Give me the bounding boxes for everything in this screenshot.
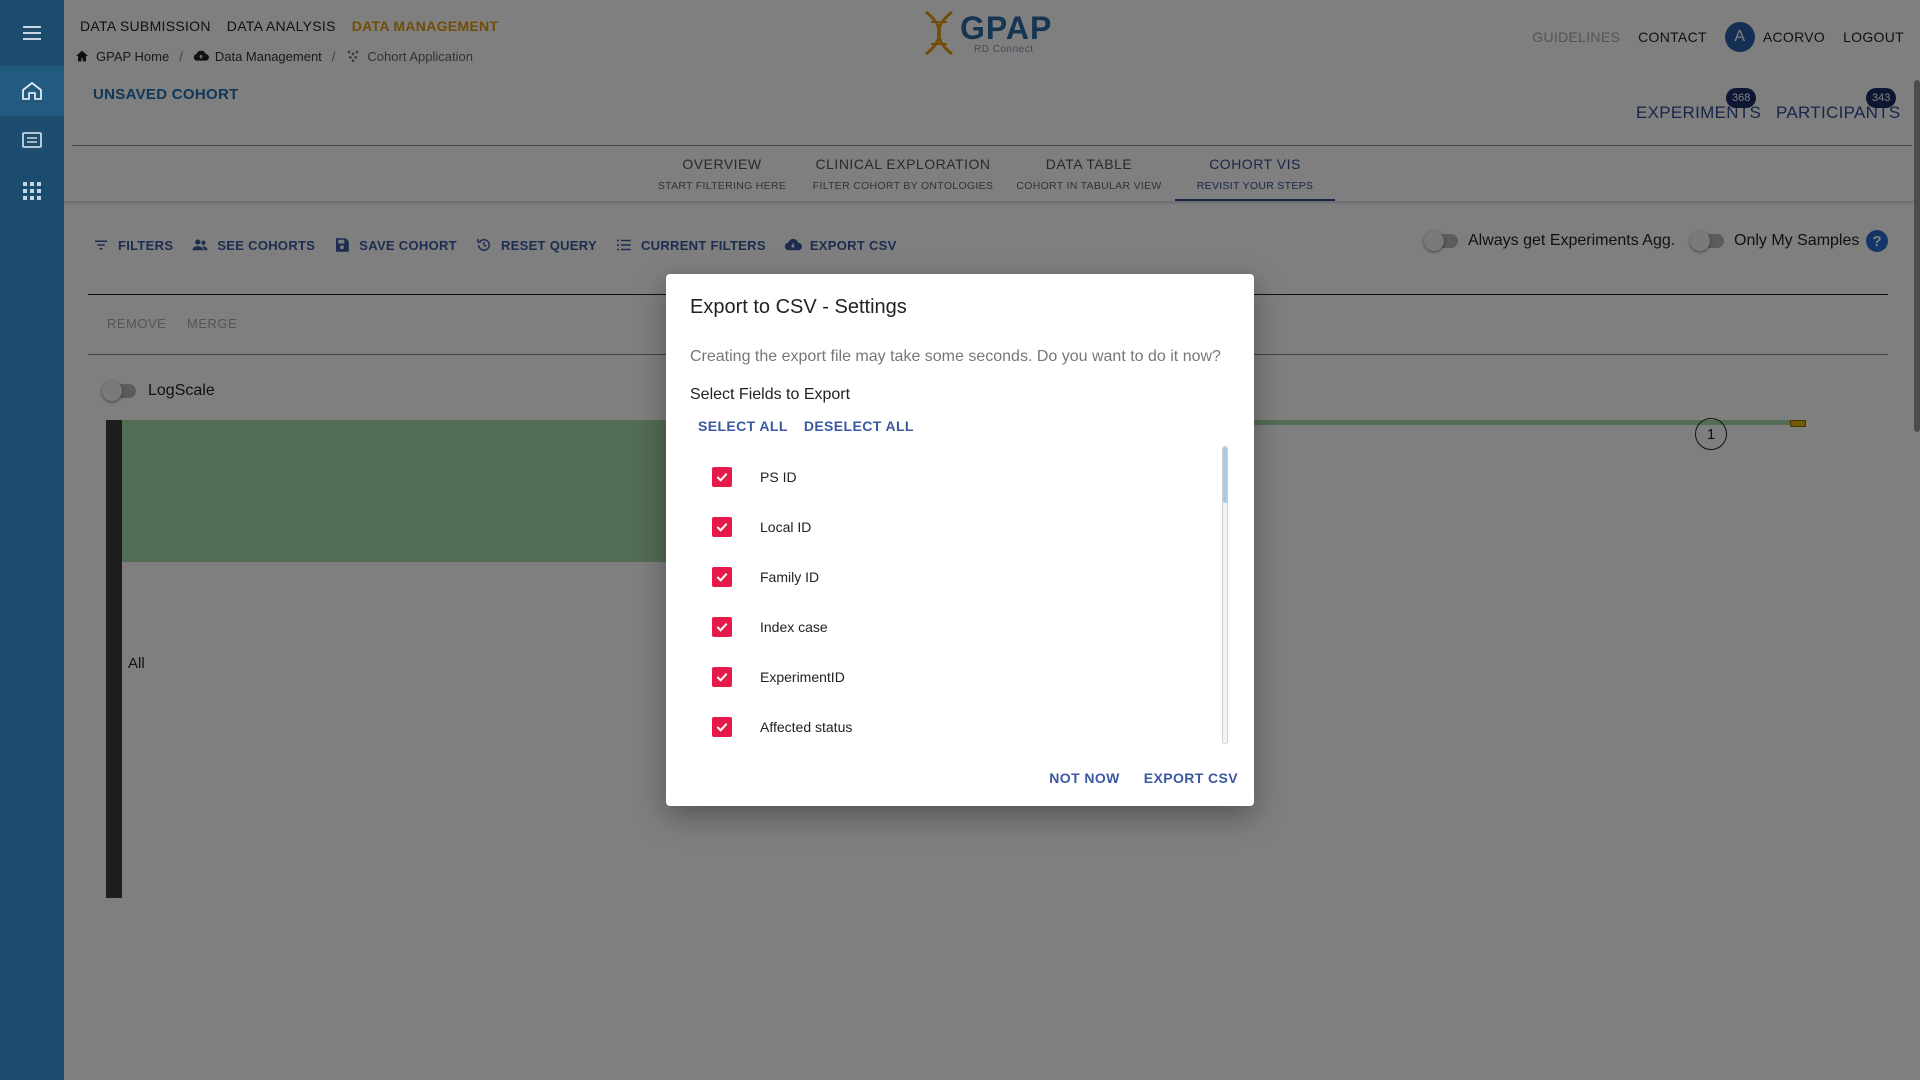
list-item[interactable]: Affected status xyxy=(690,702,1210,746)
list-item[interactable]: Local ID xyxy=(690,502,1210,552)
dialog-description: Creating the export file may take some s… xyxy=(690,348,1221,365)
message-list-icon xyxy=(22,132,42,148)
side-rail xyxy=(0,0,64,1080)
home-button[interactable] xyxy=(0,66,64,116)
list-item[interactable]: PS ID xyxy=(690,452,1210,502)
menu-icon xyxy=(23,26,41,40)
check-icon xyxy=(716,722,728,732)
checkbox-family-id[interactable] xyxy=(712,567,732,587)
field-label: Family ID xyxy=(760,569,820,585)
dialog-title: Export to CSV - Settings xyxy=(690,296,907,318)
check-icon xyxy=(716,572,728,582)
selection-actions: SELECT ALL DESELECT ALL xyxy=(698,418,914,434)
checkbox-experiment-id[interactable] xyxy=(712,667,732,687)
check-icon xyxy=(716,472,728,482)
apps-button[interactable] xyxy=(0,166,64,216)
field-label: PS ID xyxy=(760,469,797,485)
dialog-subtitle: Select Fields to Export xyxy=(690,386,851,403)
field-label: Local ID xyxy=(760,519,812,535)
checkbox-index-case[interactable] xyxy=(712,617,732,637)
home-icon xyxy=(22,82,42,100)
field-label: Affected status xyxy=(760,719,853,735)
fields-scrollbar-thumb[interactable] xyxy=(1223,447,1227,503)
export-csv-confirm-button[interactable]: EXPORT CSV xyxy=(1144,770,1238,786)
field-label: ExperimentID xyxy=(760,669,845,685)
check-icon xyxy=(716,672,728,682)
checkbox-local-id[interactable] xyxy=(712,517,732,537)
export-csv-dialog: Export to CSV - Settings Creating the ex… xyxy=(666,274,1254,806)
checkbox-ps-id[interactable] xyxy=(712,467,732,487)
check-icon xyxy=(716,622,728,632)
deselect-all-button[interactable]: DESELECT ALL xyxy=(804,418,914,434)
fields-scrollbar[interactable] xyxy=(1222,446,1228,744)
list-item[interactable]: ExperimentID xyxy=(690,652,1210,702)
check-icon xyxy=(716,522,728,532)
apps-grid-icon xyxy=(23,182,41,200)
not-now-button[interactable]: NOT NOW xyxy=(1049,770,1119,786)
field-label: Index case xyxy=(760,619,828,635)
fields-list: PS ID Local ID Family ID Index case Expe… xyxy=(690,446,1222,746)
menu-button[interactable] xyxy=(0,8,64,58)
select-all-button[interactable]: SELECT ALL xyxy=(698,418,788,434)
messages-button[interactable] xyxy=(0,116,64,166)
list-item[interactable]: Family ID xyxy=(690,552,1210,602)
checkbox-affected-status[interactable] xyxy=(712,717,732,737)
dialog-actions: NOT NOW EXPORT CSV xyxy=(1049,770,1238,786)
list-item[interactable]: Index case xyxy=(690,602,1210,652)
